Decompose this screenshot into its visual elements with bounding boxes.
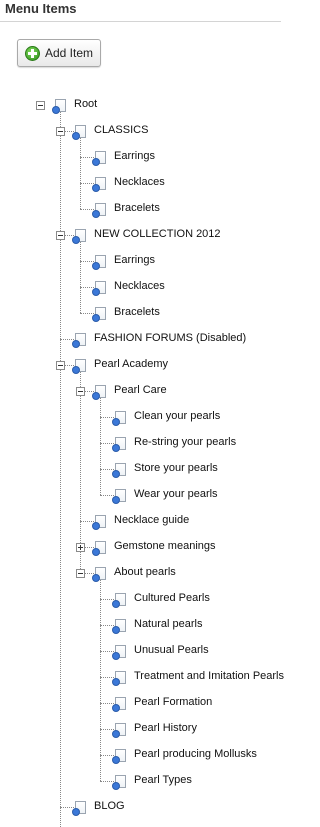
menu-item-label[interactable]: Earrings xyxy=(114,254,155,266)
menu-item-page-icon xyxy=(112,645,126,660)
menu-item-label[interactable]: Bracelets xyxy=(114,306,160,318)
menu-item-label[interactable]: Gemstone meanings xyxy=(114,540,216,552)
menu-item-label[interactable]: Root xyxy=(74,98,97,110)
add-item-button[interactable]: Add Item xyxy=(17,39,101,67)
menu-item-page-icon xyxy=(112,749,126,764)
panel-title: Menu Items xyxy=(5,1,77,16)
tree-connector-line xyxy=(80,521,94,522)
tree-connector-line xyxy=(80,287,94,288)
collapse-icon[interactable] xyxy=(36,101,45,110)
menu-item-label[interactable]: Earrings xyxy=(114,150,155,162)
menu-item-page-icon xyxy=(92,385,106,400)
tree-connector-line xyxy=(100,443,114,444)
tree-connector-line xyxy=(80,131,81,209)
tree-connector-line xyxy=(100,469,114,470)
tree-connector-line xyxy=(100,599,114,600)
menu-item-label[interactable]: Store your pearls xyxy=(134,462,218,474)
menu-item-label[interactable]: NEW COLLECTION 2012 xyxy=(94,228,221,240)
tree-connector-line xyxy=(80,209,94,210)
tree-connector-line xyxy=(80,183,94,184)
tree-connector-line xyxy=(80,157,94,158)
menu-item-page-icon xyxy=(92,541,106,556)
collapse-icon[interactable] xyxy=(56,231,65,240)
menu-item-label[interactable]: Wear your pearls xyxy=(134,488,218,500)
menu-item-page-icon xyxy=(72,801,86,816)
add-item-label: Add Item xyxy=(45,46,94,60)
menu-item-page-icon xyxy=(112,671,126,686)
collapse-icon[interactable] xyxy=(56,127,65,136)
menu-item-page-icon xyxy=(112,437,126,452)
menu-item-page-icon xyxy=(72,333,86,348)
menu-item-page-icon xyxy=(72,125,86,140)
tree-connector-line xyxy=(60,339,74,340)
menu-item-label[interactable]: Treatment and Imitation Pearls xyxy=(134,670,284,682)
tree-connector-line xyxy=(100,781,114,782)
menu-item-page-icon xyxy=(92,177,106,192)
menu-item-label[interactable]: Pearl producing Mollusks xyxy=(134,748,257,760)
menu-item-page-icon xyxy=(112,723,126,738)
tree-connector-line xyxy=(100,703,114,704)
menu-item-label[interactable]: Pearl Care xyxy=(114,384,167,396)
collapse-icon[interactable] xyxy=(76,387,85,396)
menu-item-page-icon xyxy=(52,99,66,114)
tree-connector-line xyxy=(60,807,61,827)
tree-connector-line xyxy=(80,313,94,314)
menu-item-label[interactable]: Pearl History xyxy=(134,722,197,734)
menu-item-page-icon xyxy=(112,619,126,634)
tree-connector-line xyxy=(80,235,81,313)
menu-item-label[interactable]: Natural pearls xyxy=(134,618,202,630)
menu-item-label[interactable]: CLASSICS xyxy=(94,124,148,136)
menu-item-page-icon xyxy=(92,203,106,218)
menu-item-label[interactable]: Necklaces xyxy=(114,280,165,292)
menu-item-page-icon xyxy=(72,229,86,244)
plus-circle-icon xyxy=(25,46,40,61)
menu-item-page-icon xyxy=(112,463,126,478)
menu-item-page-icon xyxy=(92,255,106,270)
tree-connector-line xyxy=(100,625,114,626)
menu-item-page-icon xyxy=(112,489,126,504)
menu-item-label[interactable]: BLOG xyxy=(94,800,125,812)
menu-item-page-icon xyxy=(72,359,86,374)
menu-item-label[interactable]: Unusual Pearls xyxy=(134,644,209,656)
menu-item-label[interactable]: Pearl Types xyxy=(134,774,192,786)
menu-item-label[interactable]: FASHION FORUMS (Disabled) xyxy=(94,332,246,344)
tree-connector-line xyxy=(100,729,114,730)
menu-item-page-icon xyxy=(112,411,126,426)
menu-item-label[interactable]: Necklace guide xyxy=(114,514,189,526)
menu-item-page-icon xyxy=(92,307,106,322)
menu-item-label[interactable]: About pearls xyxy=(114,566,176,578)
tree-connector-line xyxy=(100,677,114,678)
menu-item-label[interactable]: Clean your pearls xyxy=(134,410,220,422)
menu-item-label[interactable]: Necklaces xyxy=(114,176,165,188)
menu-item-page-icon xyxy=(112,697,126,712)
tree-connector-line xyxy=(60,105,61,807)
menu-item-label[interactable]: Pearl Academy xyxy=(94,358,168,370)
menu-item-page-icon xyxy=(92,567,106,582)
menu-item-page-icon xyxy=(92,515,106,530)
collapse-icon[interactable] xyxy=(56,361,65,370)
expand-icon[interactable] xyxy=(76,543,85,552)
tree-connector-line xyxy=(100,755,114,756)
menu-item-label[interactable]: Pearl Formation xyxy=(134,696,212,708)
menu-item-page-icon xyxy=(92,281,106,296)
tree-connector-line xyxy=(100,417,114,418)
menu-item-label[interactable]: Cultured Pearls xyxy=(134,592,210,604)
menu-item-label[interactable]: Re-string your pearls xyxy=(134,436,236,448)
panel-header: Menu Items xyxy=(0,0,281,22)
collapse-icon[interactable] xyxy=(76,569,85,578)
tree-connector-line xyxy=(80,365,81,573)
tree-connector-line xyxy=(80,261,94,262)
menu-item-page-icon xyxy=(112,593,126,608)
tree-connector-line xyxy=(100,651,114,652)
menu-item-label[interactable]: Bracelets xyxy=(114,202,160,214)
tree-connector-line xyxy=(100,495,114,496)
menu-item-page-icon xyxy=(92,151,106,166)
menu-item-page-icon xyxy=(112,775,126,790)
tree-connector-line xyxy=(60,807,74,808)
